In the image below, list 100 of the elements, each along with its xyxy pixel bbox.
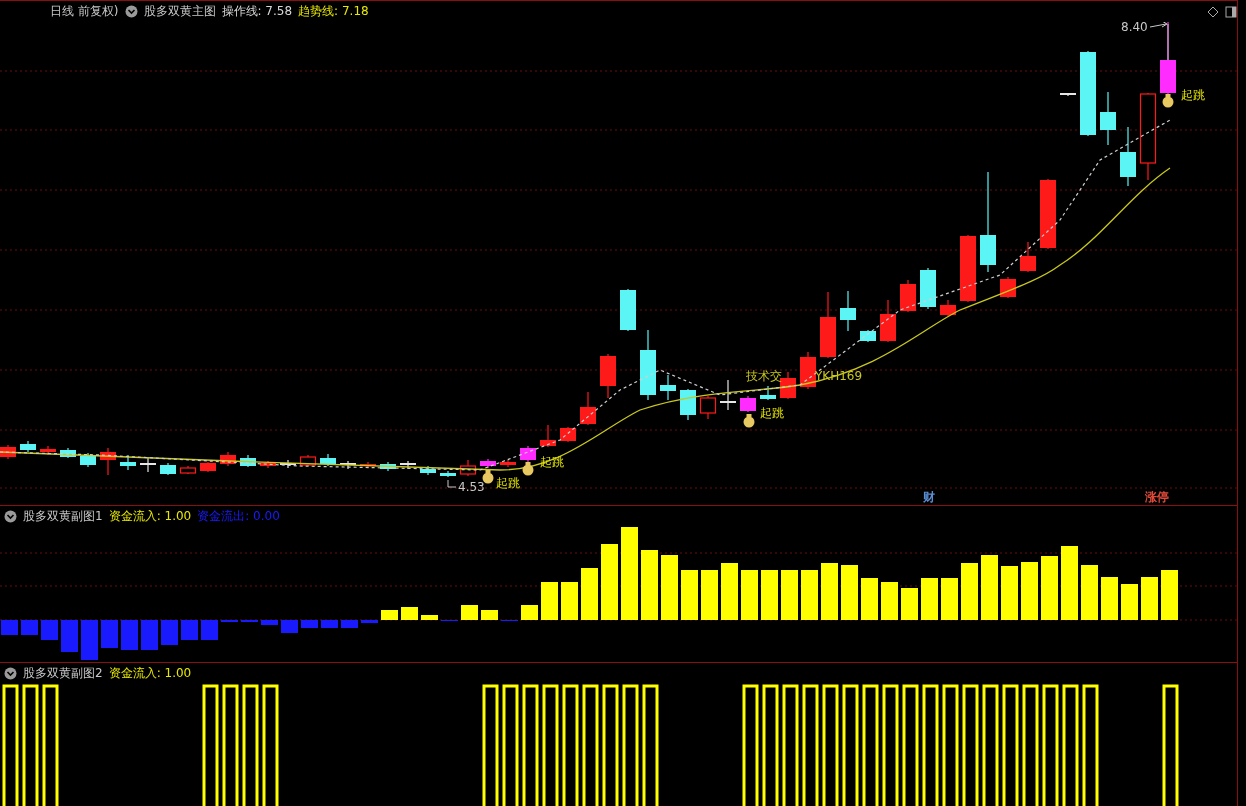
- histogram-bar: [481, 610, 498, 620]
- histogram-bar: [661, 555, 678, 620]
- panel-toggle-icon[interactable]: [1225, 5, 1237, 18]
- histogram-bar: [81, 620, 98, 660]
- candlestick: [600, 353, 616, 399]
- candlestick: [1020, 241, 1036, 273]
- candlestick: [40, 445, 56, 456]
- histogram-bar: [161, 620, 178, 645]
- histogram-bar: [841, 565, 858, 620]
- histogram-bar: [121, 620, 138, 650]
- histogram-bar: [321, 620, 338, 628]
- histogram-bar: [461, 605, 478, 620]
- candlestick: [260, 460, 276, 469]
- histogram-bar: [921, 578, 938, 620]
- candlestick: [860, 329, 876, 343]
- signal-label: 起跳: [1181, 88, 1205, 102]
- candlestick: [880, 299, 896, 343]
- legend-value: 操作线: 7.58: [221, 3, 293, 20]
- candlestick: [640, 329, 656, 401]
- candlestick: [760, 385, 776, 401]
- candlestick: [560, 426, 576, 443]
- candlestick: [320, 453, 336, 467]
- candlestick: [80, 452, 96, 468]
- candlestick: [1059, 93, 1077, 97]
- histogram-bar: [581, 568, 598, 620]
- candlestick: [1120, 126, 1136, 187]
- candlestick: [440, 470, 456, 478]
- candlestick: [940, 299, 956, 317]
- candlestick: [740, 395, 756, 413]
- histogram-bar: [981, 555, 998, 620]
- event-tag: 涨停: [1145, 490, 1169, 504]
- candlestick: [380, 461, 396, 472]
- candlestick: [100, 447, 116, 476]
- histogram-bar: [1081, 565, 1098, 620]
- money-bag-icon: [482, 470, 494, 484]
- indicator-title: 股多双黄主图: [143, 3, 216, 20]
- histogram-bar: [181, 620, 198, 640]
- histogram-bar: [741, 570, 758, 620]
- high-price-label: 8.40: [1121, 22, 1148, 34]
- legend-value: 资金流入: 1.00: [108, 508, 192, 525]
- histogram-bar: [941, 578, 958, 620]
- candlestick: [1000, 276, 1016, 299]
- candlestick: [139, 457, 157, 473]
- histogram-bar: [701, 570, 718, 620]
- candlestick: [179, 465, 197, 475]
- histogram-bar: [41, 620, 58, 640]
- histogram-bar: [721, 563, 738, 620]
- histogram-bar: [761, 570, 778, 620]
- candlestick: [299, 454, 317, 467]
- histogram-bar: [901, 588, 918, 620]
- candlestick: [680, 388, 696, 421]
- legend-value: 资金流入: 1.00: [108, 665, 192, 682]
- histogram-bar: [361, 620, 378, 623]
- candlestick: [1040, 178, 1056, 250]
- diamond-icon[interactable]: [1207, 5, 1219, 18]
- collapse-chevron-icon[interactable]: [124, 5, 138, 18]
- candlestick: [200, 461, 216, 473]
- candlestick: [580, 391, 596, 426]
- histogram-bar: [821, 563, 838, 620]
- collapse-chevron-icon[interactable]: [4, 667, 17, 680]
- candlestick: [279, 459, 297, 469]
- candlestick: [660, 374, 676, 401]
- candlestick: [540, 424, 556, 448]
- histogram-bar: [1161, 570, 1178, 620]
- candlestick: [1100, 91, 1116, 146]
- histogram-bar: [521, 605, 538, 620]
- histogram-bar: [1, 620, 18, 635]
- indicator-title: 股多双黄副图1: [23, 508, 103, 525]
- histogram-bar: [801, 570, 818, 620]
- histogram-bar: [1021, 562, 1038, 620]
- histogram-bar: [201, 620, 218, 640]
- histogram-bar: [861, 578, 878, 620]
- money-bag-icon: [522, 462, 534, 476]
- candlestick: [399, 460, 417, 470]
- chart-period-label: 日线 前复权): [50, 3, 119, 20]
- collapse-chevron-icon[interactable]: [4, 510, 17, 523]
- low-price-label: 4.53: [458, 480, 485, 494]
- candlestick: [960, 234, 976, 303]
- histogram-bar: [781, 570, 798, 620]
- candlestick: [780, 371, 796, 400]
- histogram-bar: [381, 610, 398, 620]
- candlestick: [120, 454, 136, 471]
- histogram-bar: [1121, 584, 1138, 620]
- histogram-bar: [141, 620, 158, 650]
- candlestick: [699, 395, 717, 420]
- leader-line: [447, 479, 457, 488]
- candlestick: [420, 465, 436, 476]
- histogram-bar: [561, 582, 578, 620]
- histogram-bar: [21, 620, 38, 635]
- candlestick: [920, 267, 936, 310]
- candlestick: [820, 291, 836, 359]
- candlestick: [0, 444, 16, 460]
- histogram-bar: [101, 620, 118, 648]
- candlestick: [840, 290, 856, 332]
- histogram-bar: [301, 620, 318, 628]
- candlestick: [60, 447, 76, 459]
- candlestick: [339, 460, 357, 470]
- candlestick: [20, 440, 36, 453]
- signal-label: 起跳: [496, 476, 520, 490]
- candlestick: [360, 461, 376, 469]
